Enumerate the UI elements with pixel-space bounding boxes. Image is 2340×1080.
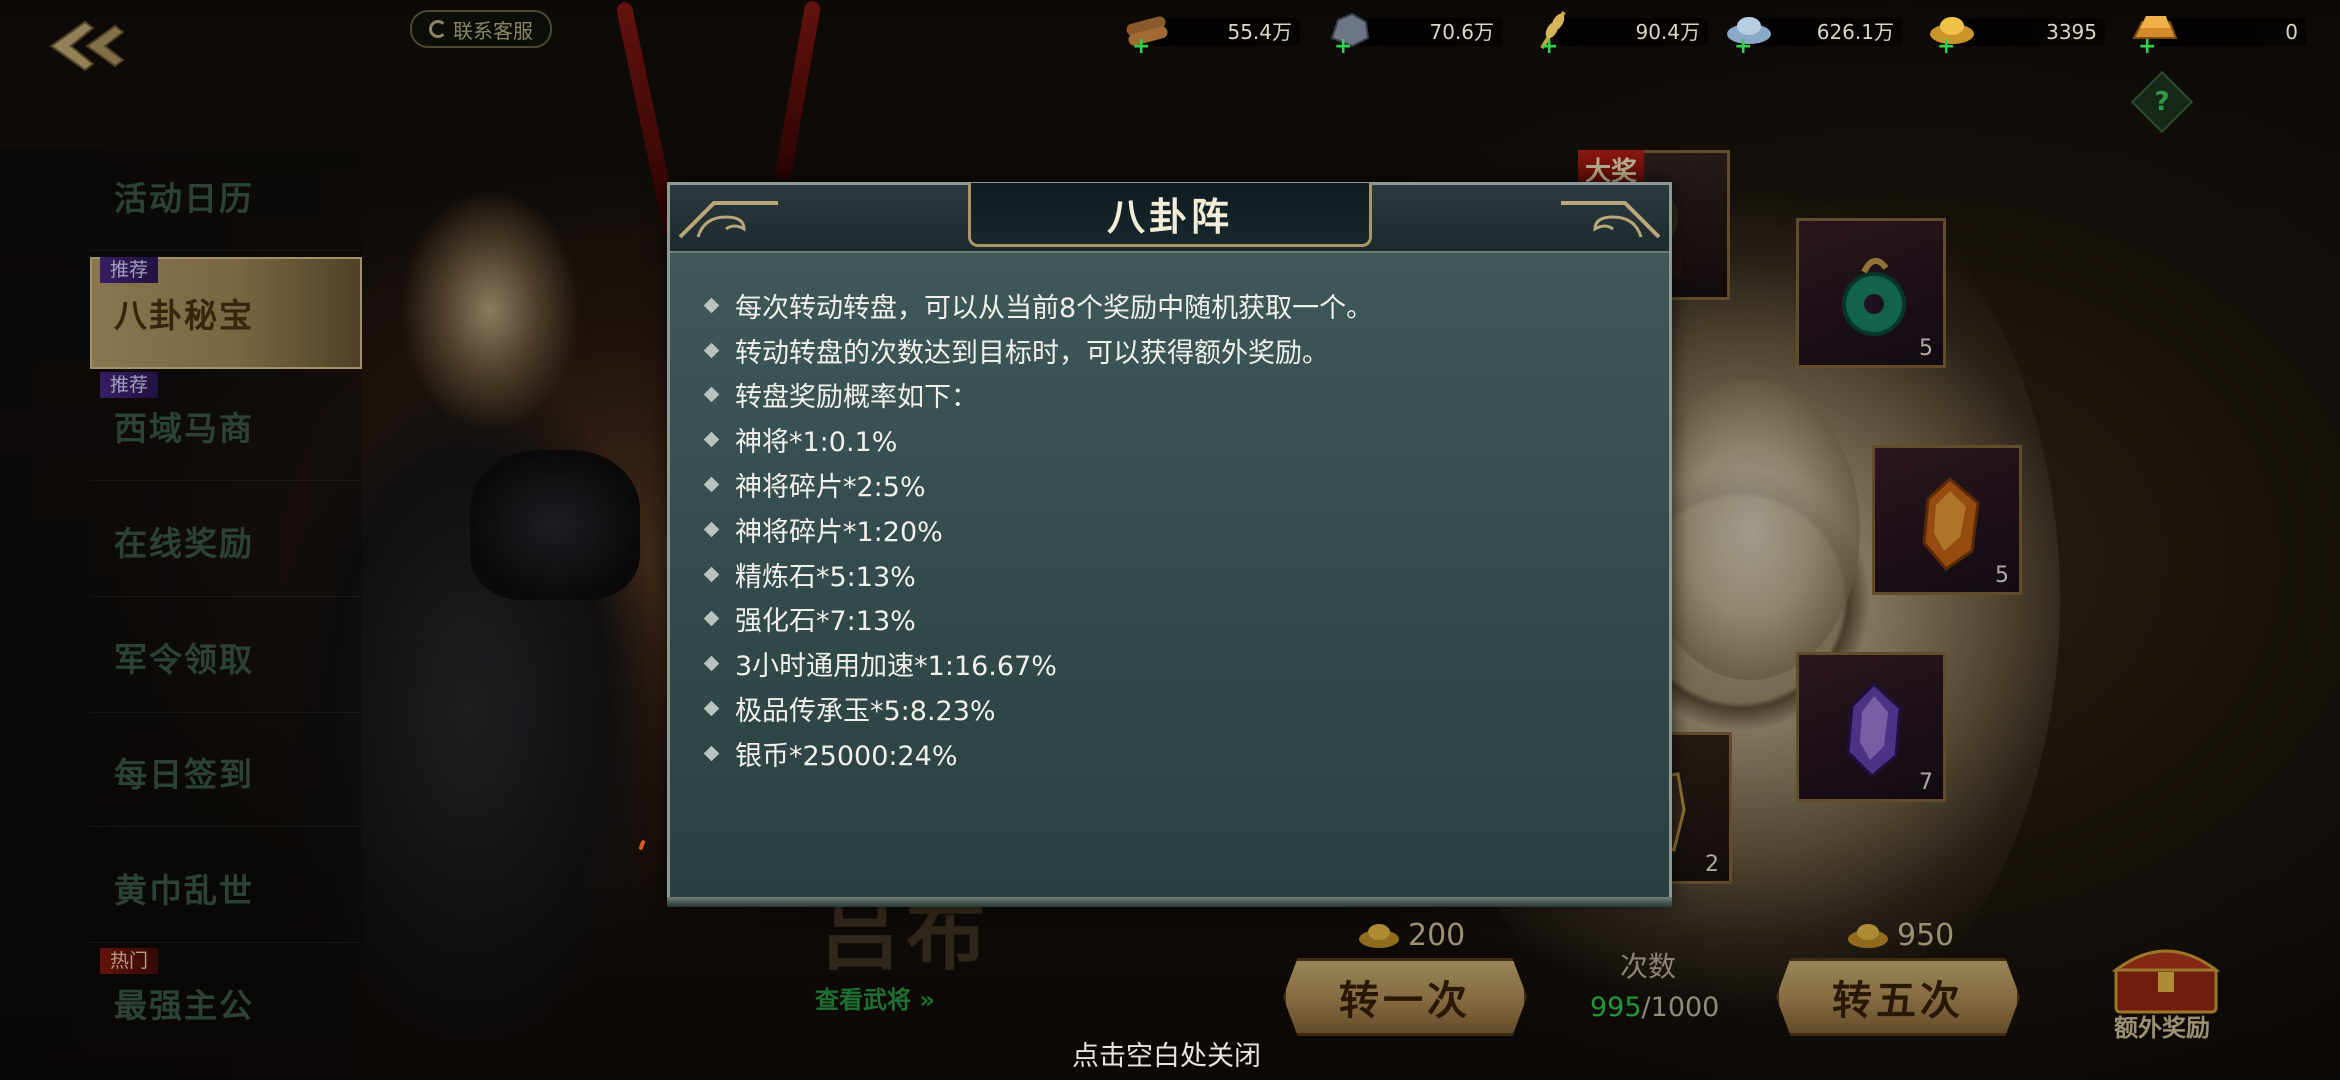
add-wood-icon[interactable]: + — [1132, 36, 1150, 58]
add-ore-icon[interactable]: + — [1334, 36, 1352, 58]
bullet-icon — [703, 342, 720, 358]
rule-text: 神将碎片*1:20% — [735, 516, 943, 548]
dialog-bottom-rim — [667, 897, 1672, 907]
rule-text: 极品传承玉*5:8.23% — [735, 696, 996, 728]
rule-text: 每次转动转盘，可以从当前8个奖励中随机获取一个。 — [735, 292, 1374, 324]
add-grain-icon[interactable]: + — [1540, 36, 1558, 58]
gold-ingot-amount: 3395 — [2046, 20, 2097, 44]
bullet-icon — [703, 745, 720, 762]
gold-bar-amount: 0 — [2285, 20, 2298, 44]
rule-text: 3小时通用加速*1:16.67% — [735, 651, 1057, 683]
rule-item: 3小时通用加速*1:16.67% — [703, 641, 1649, 686]
bullet-icon — [703, 566, 720, 582]
rules-dialog: 八卦阵 每次转动转盘，可以从当前8个奖励中随机获取一个。 转动转盘的次数达到目标… — [667, 182, 1672, 907]
title-plate: 八卦阵 — [968, 183, 1372, 247]
bullet-icon — [703, 476, 720, 493]
rule-item: 神将*1:0.1% — [703, 417, 1649, 462]
add-gold-bar-icon[interactable]: + — [2138, 36, 2156, 58]
ore-amount: 70.6万 — [1429, 20, 1494, 44]
tap-to-close-hint: 点击空白处关闭 — [1072, 1041, 1261, 1072]
bullet-icon — [703, 655, 720, 672]
grain-amount: 90.4万 — [1635, 20, 1700, 44]
add-gold-ingot-icon[interactable]: + — [1937, 36, 1955, 58]
rule-text: 转盘奖励概率如下： — [735, 382, 978, 414]
ornament-corner-right-icon — [1561, 201, 1661, 239]
dialog-title: 八卦阵 — [1106, 195, 1233, 239]
add-silver-icon[interactable]: + — [1734, 36, 1752, 58]
bullet-icon — [703, 611, 720, 627]
silver-amount: 626.1万 — [1816, 20, 1894, 44]
rules-list: 每次转动转盘，可以从当前8个奖励中随机获取一个。 转动转盘的次数达到目标时，可以… — [703, 283, 1649, 776]
rule-text: 强化石*7:13% — [735, 606, 916, 638]
bullet-icon — [703, 432, 720, 448]
rule-item: 极品传承玉*5:8.23% — [703, 686, 1649, 731]
wood-amount: 55.4万 — [1227, 20, 1292, 44]
rule-text: 精炼石*5:13% — [735, 561, 916, 593]
rule-item: 强化石*7:13% — [703, 597, 1649, 642]
rule-item: 银币*25000:24% — [703, 731, 1649, 776]
bullet-icon — [703, 387, 720, 403]
ornament-corner-left-icon — [678, 201, 778, 239]
rule-item: 神将碎片*1:20% — [703, 507, 1649, 552]
rule-item: 转盘奖励概率如下： — [703, 373, 1649, 418]
dialog-header: 八卦阵 — [670, 183, 1669, 253]
rule-text: 银币*25000:24% — [735, 740, 958, 772]
rule-item: 转动转盘的次数达到目标时，可以获得额外奖励。 — [703, 328, 1649, 373]
rule-text: 神将碎片*2:5% — [735, 472, 926, 504]
bullet-icon — [703, 297, 720, 314]
bullet-icon — [703, 521, 720, 538]
rule-text: 神将*1:0.1% — [735, 427, 898, 459]
rule-text: 转动转盘的次数达到目标时，可以获得额外奖励。 — [735, 337, 1329, 369]
bullet-icon — [703, 700, 720, 717]
rule-item: 精炼石*5:13% — [703, 552, 1649, 597]
rule-item: 神将碎片*2:5% — [703, 462, 1649, 507]
rule-item: 每次转动转盘，可以从当前8个奖励中随机获取一个。 — [703, 283, 1649, 328]
